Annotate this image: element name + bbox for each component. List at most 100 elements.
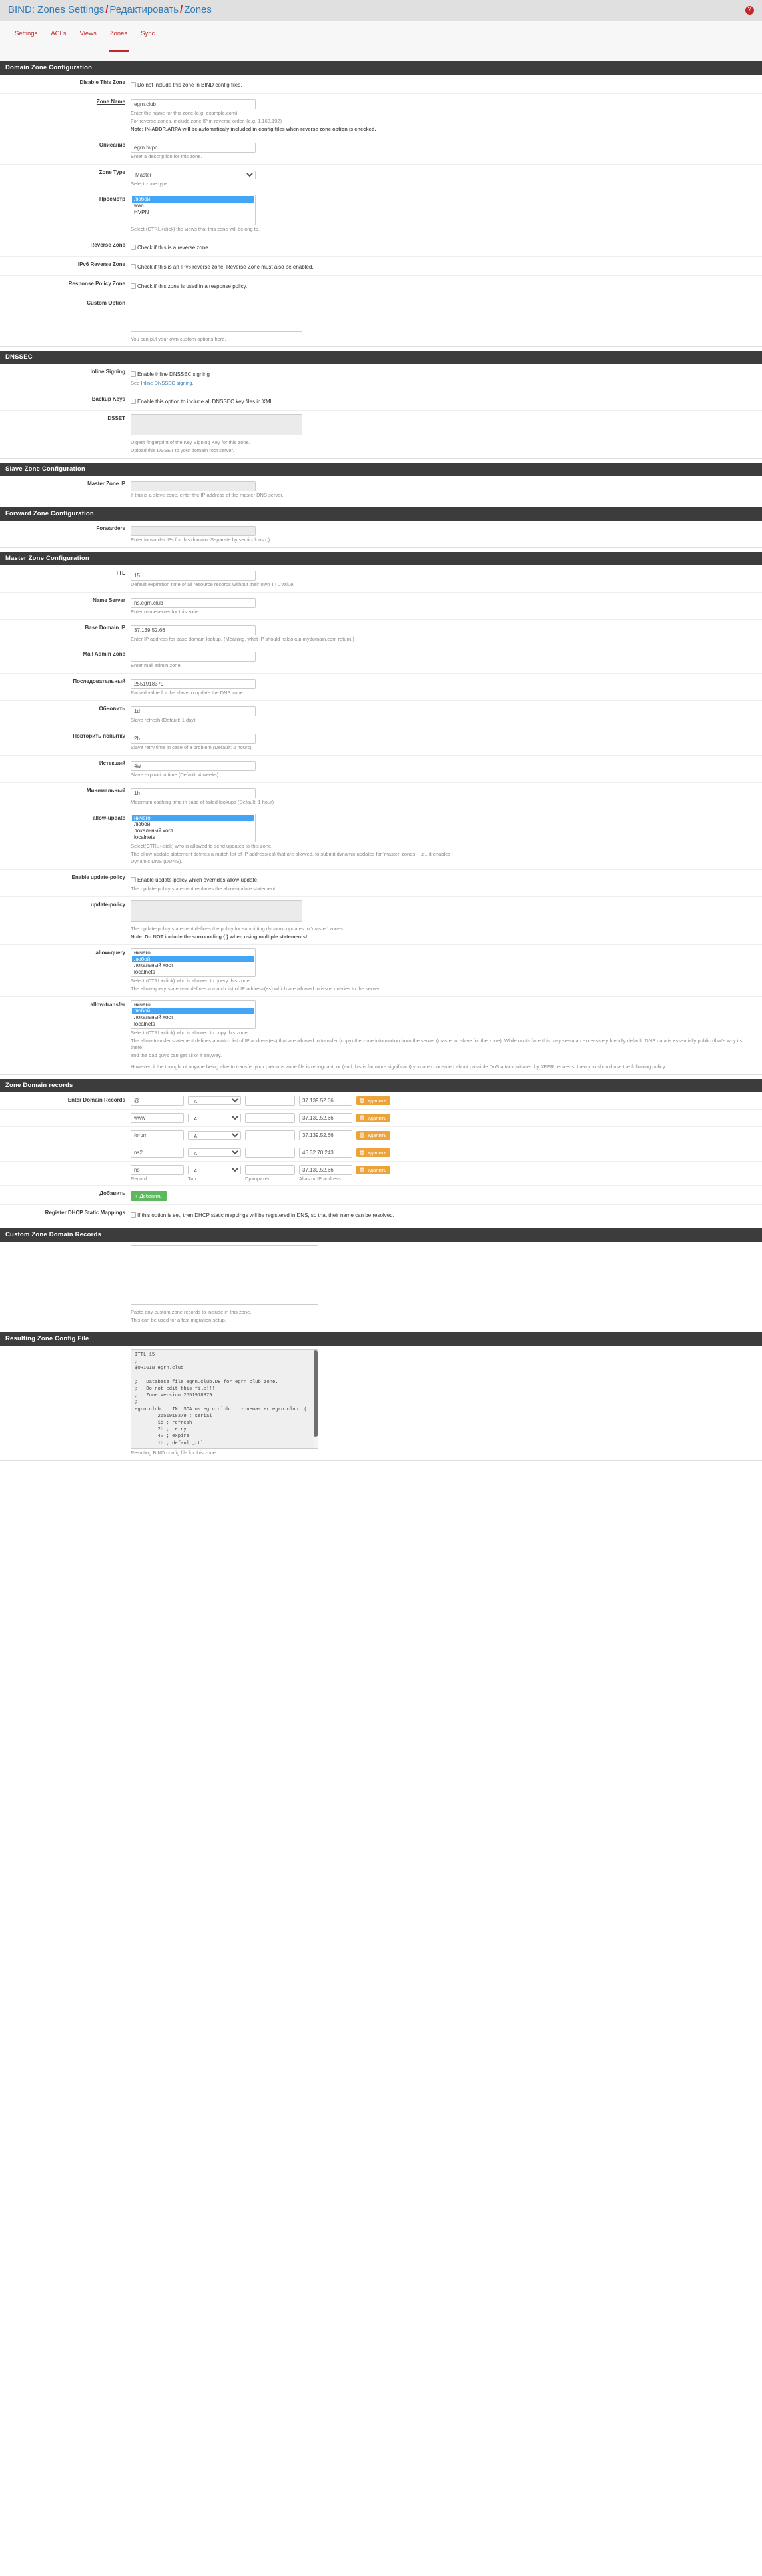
link-inline-dnssec-signing[interactable]: Inline DNSSEC signing bbox=[141, 380, 192, 386]
row-update-policy: update-policy The update-policy statemen… bbox=[0, 897, 762, 945]
allow-transfer-option-localnets[interactable]: localnets bbox=[132, 1021, 254, 1028]
row-zone-name: Zone Name Enter the name for this zone (… bbox=[0, 94, 762, 137]
allow-query-multiselect[interactable]: ничего любой локальный хост localnets bbox=[131, 948, 256, 977]
breadcrumb-item-zones[interactable]: Zones bbox=[184, 4, 212, 15]
help-circle-icon[interactable]: ? bbox=[745, 5, 754, 15]
expire-input[interactable] bbox=[131, 760, 256, 771]
checkbox-backup-keys[interactable] bbox=[131, 399, 136, 405]
checkbox-response-policy-zone[interactable] bbox=[131, 283, 136, 289]
record-type-select-0[interactable]: A bbox=[188, 1096, 241, 1105]
allow-update-option-localhost[interactable]: локальный хост bbox=[132, 828, 254, 834]
allow-transfer-option-none[interactable]: ничего bbox=[132, 1002, 254, 1008]
allow-query-option-localhost[interactable]: локальный хост bbox=[132, 962, 254, 969]
master-zone-ip-input[interactable] bbox=[131, 481, 256, 491]
tab-settings[interactable]: Settings bbox=[8, 28, 44, 52]
row-reverse-zone: Reverse Zone Check if this is a reverse … bbox=[0, 237, 762, 257]
checkbox-inline-signing[interactable] bbox=[131, 371, 136, 377]
record-priority-input-2[interactable] bbox=[245, 1130, 295, 1140]
tab-acls[interactable]: ACLs bbox=[44, 28, 73, 52]
record-priority-input-1[interactable] bbox=[245, 1113, 295, 1123]
delete-record-button-3[interactable]: 🗑 Удалить bbox=[356, 1148, 391, 1157]
allow-transfer-multiselect[interactable]: ничего любой локальный хост localnets bbox=[131, 1000, 256, 1029]
tab-views[interactable]: Views bbox=[73, 28, 103, 52]
record-name-input-3[interactable] bbox=[131, 1148, 184, 1158]
mail-admin-zone-input[interactable] bbox=[131, 652, 256, 662]
record-name-input-2[interactable] bbox=[131, 1130, 184, 1140]
retry-input[interactable] bbox=[131, 734, 256, 744]
record-type-select-2[interactable]: A bbox=[188, 1131, 241, 1140]
scrollbar-thumb[interactable] bbox=[314, 1350, 318, 1437]
refresh-input[interactable] bbox=[131, 706, 256, 717]
row-custom-option: Custom Option You can put your own custo… bbox=[0, 295, 762, 347]
record-type-select-4[interactable]: A bbox=[188, 1166, 241, 1174]
record-alias-input-4[interactable] bbox=[299, 1165, 352, 1175]
allow-update-option-none[interactable]: ничего bbox=[132, 814, 254, 822]
label-name-server: Name Server bbox=[93, 597, 125, 603]
ttl-input[interactable] bbox=[131, 570, 256, 581]
views-option-any[interactable]: любой bbox=[132, 196, 254, 203]
allow-transfer-option-localhost[interactable]: локальный хост bbox=[132, 1014, 254, 1021]
delete-record-button-4[interactable]: 🗑 Удалить bbox=[356, 1166, 391, 1174]
checkbox-label-ipv6-reverse-zone: Check if this is an IPv6 reverse zone. R… bbox=[137, 263, 314, 270]
allow-update-multiselect[interactable]: ничего любой локальный хост localnets bbox=[131, 813, 256, 842]
update-policy-textarea bbox=[131, 900, 302, 922]
record-alias-input-2[interactable] bbox=[299, 1130, 352, 1140]
tab-zones[interactable]: Zones bbox=[103, 28, 134, 52]
label-enter-domain-records: Enter Domain Records bbox=[67, 1097, 125, 1103]
resulting-zone-config-textarea[interactable]: $TTL 15 ; $ORIGIN egrn.club. ; Database … bbox=[131, 1348, 318, 1449]
name-server-input[interactable] bbox=[131, 597, 256, 608]
allow-query-option-none[interactable]: ничего bbox=[132, 950, 254, 956]
record-name-input-0[interactable] bbox=[131, 1096, 184, 1106]
delete-record-button-0[interactable]: 🗑 Удалить bbox=[356, 1096, 391, 1105]
checkbox-reverse-zone[interactable] bbox=[131, 244, 136, 250]
help-zone-name-2: For reverse zones, include zone IP in re… bbox=[131, 117, 282, 124]
record-priority-input-0[interactable] bbox=[245, 1096, 295, 1106]
caption-type: Тип bbox=[188, 1176, 196, 1182]
checkbox-register-dhcp-static-mappings[interactable] bbox=[131, 1212, 136, 1218]
help-enable-update-policy: The update-policy statement replaces the… bbox=[131, 886, 277, 892]
record-name-input-1[interactable] bbox=[131, 1113, 184, 1123]
delete-record-button-2[interactable]: 🗑 Удалить bbox=[356, 1131, 391, 1140]
custom-option-textarea[interactable] bbox=[131, 298, 302, 332]
record-alias-input-1[interactable] bbox=[299, 1113, 352, 1123]
allow-query-option-any[interactable]: любой bbox=[132, 956, 254, 963]
panel-body-forward-zone: Forwarders Enter forwarder IPs for this … bbox=[0, 520, 762, 548]
row-add-record: Добавить + Добавить bbox=[0, 1186, 762, 1205]
serial-input[interactable] bbox=[131, 679, 256, 690]
breadcrumb-item-edit[interactable]: Редактировать bbox=[109, 4, 179, 15]
row-allow-query: allow-query ничего любой локальный хост … bbox=[0, 945, 762, 997]
description-input[interactable] bbox=[131, 142, 256, 153]
views-option-hvpn[interactable]: HVPN bbox=[132, 209, 254, 216]
record-alias-input-3[interactable] bbox=[299, 1148, 352, 1158]
record-type-select-1[interactable]: A bbox=[188, 1114, 241, 1122]
row-backup-keys: Backup Keys Enable this option to includ… bbox=[0, 391, 762, 411]
allow-transfer-option-any[interactable]: любой bbox=[132, 1008, 254, 1015]
views-multiselect[interactable]: любой wan HVPN bbox=[131, 195, 256, 225]
delete-record-button-1[interactable]: 🗑 Удалить bbox=[356, 1114, 391, 1122]
row-name-server: Name Server Enter nameserver for this zo… bbox=[0, 593, 762, 620]
row-inline-signing: Inline Signing Enable inline DNSSEC sign… bbox=[0, 364, 762, 392]
allow-update-option-any[interactable]: любой bbox=[132, 821, 254, 828]
views-option-wan[interactable]: wan bbox=[132, 203, 254, 209]
minimum-input[interactable] bbox=[131, 788, 256, 798]
record-alias-input-0[interactable] bbox=[299, 1096, 352, 1106]
breadcrumb-item-bind-zones-settings[interactable]: BIND: Zones Settings bbox=[8, 4, 104, 15]
record-priority-input-3[interactable] bbox=[245, 1148, 295, 1158]
forwarders-input[interactable] bbox=[131, 525, 256, 536]
allow-query-option-localnets[interactable]: localnets bbox=[132, 969, 254, 976]
record-name-input-4[interactable] bbox=[131, 1165, 184, 1175]
checkbox-disable-this-zone[interactable] bbox=[131, 82, 136, 87]
checkbox-ipv6-reverse-zone[interactable] bbox=[131, 263, 136, 269]
zone-type-select[interactable]: Master bbox=[131, 170, 256, 179]
record-priority-input-4[interactable] bbox=[245, 1165, 295, 1175]
allow-update-option-localnets[interactable]: localnets bbox=[132, 834, 254, 841]
base-domain-ip-input[interactable] bbox=[131, 625, 256, 635]
trash-icon: 🗑 bbox=[359, 1115, 366, 1121]
label-ttl: TTL bbox=[115, 569, 125, 576]
add-record-button[interactable]: + Добавить bbox=[131, 1191, 167, 1201]
zone-name-input[interactable] bbox=[131, 99, 256, 109]
checkbox-enable-update-policy[interactable] bbox=[131, 877, 136, 883]
custom-zone-records-textarea[interactable] bbox=[131, 1245, 318, 1305]
tab-sync[interactable]: Sync bbox=[134, 28, 161, 52]
record-type-select-3[interactable]: A bbox=[188, 1148, 241, 1157]
